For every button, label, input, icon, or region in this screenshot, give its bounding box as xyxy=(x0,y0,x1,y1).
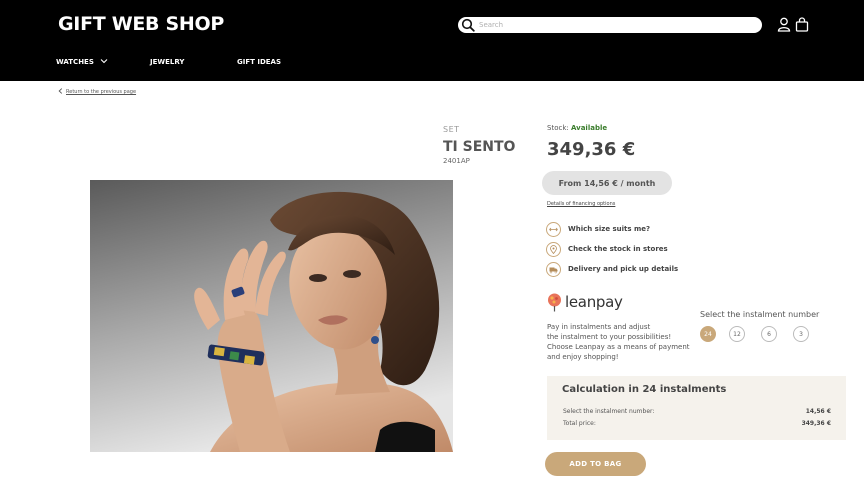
financing-details-link[interactable]: Details of financing options xyxy=(547,201,615,207)
shopping-bag-icon[interactable] xyxy=(795,17,809,32)
nav-item-gift-ideas[interactable]: GIFT IDEAS xyxy=(237,58,281,66)
size-guide-link[interactable]: Which size suits me? xyxy=(546,221,651,237)
leanpay-wordmark: leanpay xyxy=(565,293,623,311)
main-navigation: WATCHES JEWELRY GIFT IDEAS xyxy=(0,58,864,70)
financing-button[interactable]: From 14,56 € / month xyxy=(542,171,672,195)
stock-status: Stock: Available xyxy=(547,124,607,132)
instalment-option-6[interactable]: 6 xyxy=(761,326,777,342)
leanpay-description-line: the instalment to your possibilities! xyxy=(547,333,672,341)
leanpay-mark-icon xyxy=(548,293,561,311)
ruler-icon xyxy=(546,221,561,237)
instalment-option-12[interactable]: 12 xyxy=(729,326,745,342)
product-name: TI SENTO xyxy=(443,139,516,155)
delivery-details-link[interactable]: Delivery and pick up details xyxy=(546,261,679,277)
store-stock-label: Check the stock in stores xyxy=(568,245,668,253)
calculation-row-value: 14,56 € xyxy=(805,408,831,415)
search-icon[interactable] xyxy=(461,18,475,32)
stock-value: Available xyxy=(570,124,608,132)
product-category: SET xyxy=(443,125,460,134)
size-guide-label: Which size suits me? xyxy=(568,225,651,233)
chevron-down-icon xyxy=(100,59,108,64)
leanpay-description-line: Pay in instalments and adjust xyxy=(547,323,651,331)
calculation-row: Total price: 349,36 € xyxy=(563,420,831,427)
nav-item-watches[interactable]: WATCHES xyxy=(56,58,108,66)
back-link-label: Return to the previous page xyxy=(66,89,137,95)
instalment-option-24[interactable]: 24 xyxy=(700,326,716,342)
leanpay-description: Pay in instalments and adjust the instal… xyxy=(547,322,693,362)
product-image[interactable] xyxy=(90,180,453,452)
instalment-calculation-box: Calculation in 24 instalments Select the… xyxy=(547,376,846,440)
stock-label: Stock: xyxy=(547,124,569,132)
search-input[interactable] xyxy=(479,18,749,32)
calculation-row-label: Total price: xyxy=(563,420,596,427)
store-stock-link[interactable]: Check the stock in stores xyxy=(546,241,668,257)
delivery-truck-icon xyxy=(546,261,561,277)
calculation-row: Select the instalment number: 14,56 € xyxy=(563,408,831,415)
calculation-row-value: 349,36 € xyxy=(801,420,831,427)
site-header: GIFT WEB SHOP WATCHES JEWELRY GIFT IDEAS xyxy=(0,0,864,81)
calculation-title: Calculation in 24 instalments xyxy=(562,384,727,395)
leanpay-logo: leanpay xyxy=(547,291,623,313)
search-bar[interactable] xyxy=(458,17,762,33)
leanpay-description-line: Choose Leanpay as a means of payment xyxy=(547,343,690,351)
instalment-option-3[interactable]: 3 xyxy=(793,326,809,342)
delivery-details-label: Delivery and pick up details xyxy=(568,265,679,273)
product-price: 349,36 € xyxy=(547,139,636,160)
instalment-selector-title: Select the instalment number xyxy=(700,310,820,319)
back-link[interactable]: Return to the previous page xyxy=(58,88,136,95)
calculation-row-label: Select the instalment number: xyxy=(563,408,655,415)
add-to-bag-button[interactable]: ADD TO BAG xyxy=(545,452,646,476)
nav-item-label: WATCHES xyxy=(56,58,94,66)
leanpay-description-line: and enjoy shopping! xyxy=(547,353,619,361)
user-icon[interactable] xyxy=(777,17,791,32)
shop-logo[interactable]: GIFT WEB SHOP xyxy=(58,13,224,35)
location-pin-icon xyxy=(546,241,561,257)
product-code: 2401AP xyxy=(443,157,470,165)
product-photo-model-icon xyxy=(90,180,453,452)
nav-item-jewelry[interactable]: JEWELRY xyxy=(150,58,184,66)
chevron-left-icon xyxy=(58,88,63,94)
